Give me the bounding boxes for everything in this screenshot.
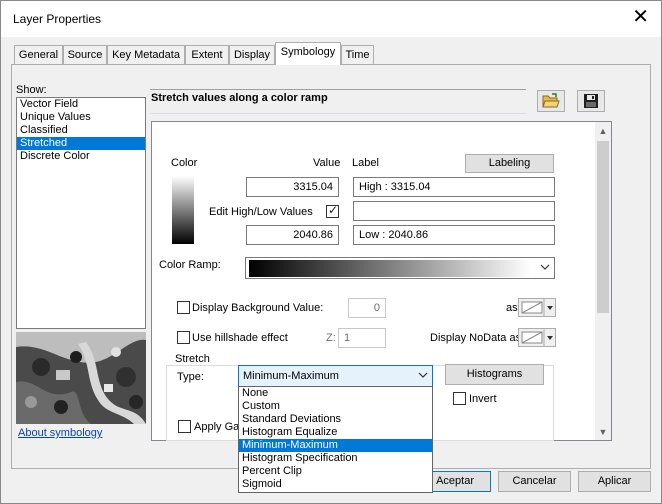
high-value-field[interactable]: 3315.04 [246,177,339,197]
show-list[interactable]: Vector Field Unique Values Classified St… [16,97,146,329]
open-symbology-button[interactable] [537,90,565,112]
tab-time[interactable]: Time [341,45,374,65]
checkmark-icon: ✓ [328,203,339,217]
invert-label: Invert [469,393,497,405]
background-value-field[interactable]: 0 [348,298,386,318]
apply-gamma-label: Apply Ga [194,421,240,433]
display-background-label: Display Background Value: [192,302,324,314]
header-divider [150,89,526,90]
low-label-field[interactable]: Low : 2040.86 [353,225,555,245]
show-item-unique-values[interactable]: Unique Values [17,111,145,124]
label-column-header: Label [352,157,379,169]
show-item-classified[interactable]: Classified [17,124,145,137]
scrollbar-thumb[interactable] [597,141,609,313]
title-bar: Layer Properties ✕ [1,1,661,37]
edit-high-low-checkbox[interactable]: ✓ [326,203,339,218]
color-ramp-label: Color Ramp: [159,259,221,271]
low-value-field[interactable]: 2040.86 [246,225,339,245]
histograms-button[interactable]: Histograms [445,364,544,385]
apply-button[interactable]: Aplicar [578,471,651,492]
background-color-picker[interactable] [518,298,556,317]
stretch-option-percent-clip[interactable]: Percent Clip [239,465,432,478]
chevron-down-icon [540,264,550,270]
middle-label-field[interactable] [353,201,555,221]
stretch-type-options-list[interactable]: None Custom Standard Deviations Histogra… [238,386,433,493]
show-item-stretched[interactable]: Stretched [17,137,145,150]
hillshade-z-field[interactable]: 1 [338,328,386,348]
color-ramp-preview-horizontal [249,260,531,277]
value-column-header: Value [313,157,341,169]
stretch-option-custom[interactable]: Custom [239,400,432,413]
stretch-option-minimum-maximum[interactable]: Minimum-Maximum [239,439,432,452]
scroll-up-icon[interactable]: ▲ [595,123,611,139]
tab-key-metadata[interactable]: Key Metadata [107,45,185,65]
scroll-down-icon[interactable]: ▼ [595,424,611,440]
symbology-preview-image [16,332,146,424]
hillshade-checkbox[interactable] [177,331,190,344]
color-swatch-icon [521,299,553,316]
show-item-vector-field[interactable]: Vector Field [17,98,145,111]
nodata-color-picker[interactable] [518,328,556,347]
stretch-type-value: Minimum-Maximum [243,370,339,382]
cancel-button[interactable]: Cancelar [498,471,571,492]
show-item-discrete-color[interactable]: Discrete Color [17,150,145,163]
stretch-option-histogram-specification[interactable]: Histogram Specification [239,452,432,465]
edit-high-low-label: Edit High/Low Values [209,206,313,218]
color-column-header: Color [171,157,198,169]
layer-properties-dialog: Layer Properties ✕ General Source Key Me… [0,0,662,504]
labeling-button[interactable]: Labeling [465,154,554,173]
stretch-type-dropdown[interactable]: Minimum-Maximum [238,365,433,387]
tab-general[interactable]: General [14,45,63,65]
color-ramp-preview-vertical [172,176,194,244]
stretch-header-title: Stretch values along a color ramp [151,92,328,104]
stretch-option-sigmoid[interactable]: Sigmoid [239,478,432,491]
show-label: Show: [16,84,47,96]
save-icon [584,94,598,108]
window-title: Layer Properties [13,12,102,26]
tab-extent[interactable]: Extent [185,45,229,65]
display-background-checkbox[interactable] [177,301,190,314]
close-icon[interactable]: ✕ [632,7,649,27]
stretch-option-standard-deviations[interactable]: Standard Deviations [239,413,432,426]
header-underline [150,113,526,114]
about-symbology-link[interactable]: About symbology [18,427,102,439]
tab-display[interactable]: Display [229,45,275,65]
tab-source[interactable]: Source [63,45,107,65]
background-as-label: as [506,302,518,314]
high-label-field[interactable]: High : 3315.04 [353,177,555,197]
tab-symbology[interactable]: Symbology [275,42,341,65]
stretch-option-histogram-equalize[interactable]: Histogram Equalize [239,426,432,439]
stretch-group-label: Stretch [173,353,212,365]
folder-open-icon [542,93,560,108]
stretch-option-none[interactable]: None [239,387,432,400]
hillshade-z-label: Z: [326,332,336,344]
chevron-down-icon [418,372,428,378]
invert-checkbox[interactable] [453,392,466,405]
save-symbology-button[interactable] [577,90,605,112]
apply-gamma-checkbox[interactable] [178,420,191,433]
stretch-type-label: Type: [177,371,204,383]
hillshade-label: Use hillshade effect [192,332,288,344]
nodata-label: Display NoData as [430,332,522,344]
color-swatch-icon [521,329,553,346]
ok-button-label: Aceptar [436,475,474,487]
